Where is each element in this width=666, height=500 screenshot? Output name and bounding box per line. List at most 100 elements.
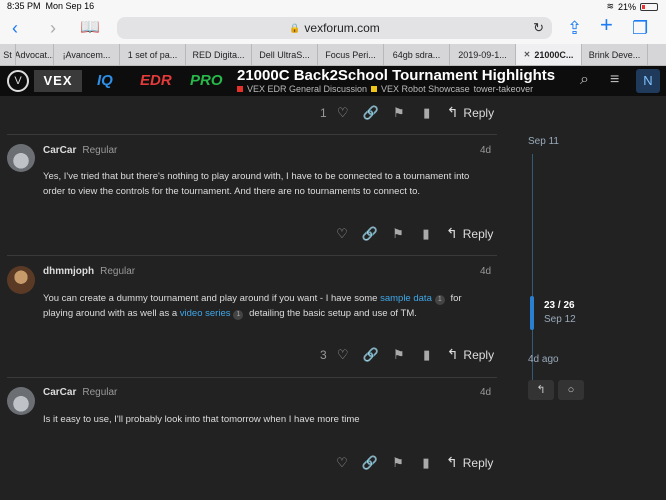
post-body: Yes, I've tried that but there's nothing… (43, 171, 470, 197)
close-tab-icon[interactable]: ✕ (524, 50, 531, 59)
post-divider (7, 377, 497, 378)
flag-icon[interactable]: ⚑ (385, 347, 413, 363)
browser-tab[interactable]: Brink Deve... (582, 44, 648, 65)
url-text: vexforum.com (304, 21, 380, 35)
status-bar: 8:35 PM Mon Sep 16 ≋ 21% (0, 0, 666, 12)
share-icon[interactable]: ⇪ (567, 18, 582, 38)
post-divider (7, 134, 497, 135)
post-author[interactable]: dhmmjoph Regular (43, 266, 135, 277)
timeline-end-label[interactable]: 4d ago (528, 354, 559, 365)
timeline-scroll-handle[interactable] (530, 296, 534, 330)
category-link-2[interactable]: VEX Robot Showcase (381, 84, 470, 94)
browser-tab[interactable]: Focus Peri... (318, 44, 384, 65)
reply-button[interactable]: ↰ Reply (446, 454, 493, 471)
bookmark-icon[interactable]: ▮ (413, 105, 441, 121)
video-series-link[interactable]: video series (180, 308, 231, 319)
brand-pro[interactable]: PRO (190, 72, 223, 89)
tab-label: Focus Peri... (325, 49, 376, 60)
topic-main: 1 ♡ 🔗 ⚑ ▮ ↰ Reply CarCar Regular 4d Yes, I… (0, 96, 666, 500)
tabs-overview-icon[interactable]: ❐ (632, 18, 648, 38)
tab-label: 21000C... (534, 49, 574, 60)
user-avatar[interactable]: N (636, 69, 660, 93)
post-author[interactable]: CarCar Regular (43, 145, 117, 156)
browser-tab[interactable]: 64gb sdra... (384, 44, 450, 65)
topic-title[interactable]: 21000C Back2School Tournament Highlights (237, 67, 555, 84)
timeline-start-date[interactable]: Sep 11 (528, 136, 559, 147)
tab-label: 2019-09-1... (458, 49, 507, 60)
post-actions: 3 ♡ 🔗 ⚑ ▮ ↰ Reply (320, 346, 494, 363)
browser-tab[interactable]: St (0, 44, 16, 65)
post-divider (7, 255, 497, 256)
reply-button[interactable]: ↰ Reply (447, 346, 494, 363)
menu-icon[interactable]: ≡ (610, 71, 619, 89)
back-icon[interactable]: ‹ (12, 18, 18, 38)
browser-tab[interactable]: 2019-09-1... (450, 44, 516, 65)
link-icon[interactable]: 🔗 (357, 105, 385, 121)
topic-categories: VEX EDR General Discussion VEX Robot Sho… (237, 84, 533, 94)
avatar[interactable] (7, 387, 35, 415)
new-tab-icon[interactable]: + (600, 14, 613, 36)
reply-arrow-icon: ↰ (446, 346, 459, 362)
browser-tab-active[interactable]: ✕ 21000C... (516, 44, 582, 65)
timeline-position-date: Sep 12 (544, 314, 576, 325)
timeline-reply-button[interactable]: ↰ (528, 380, 554, 400)
link-icon[interactable]: 🔗 (356, 226, 384, 242)
battery-percent: 21% (617, 1, 636, 12)
browser-tab[interactable]: ¡Avancem... (54, 44, 120, 65)
sample-data-link[interactable]: sample data (380, 293, 432, 304)
post-date[interactable]: 4d (480, 266, 491, 277)
post-actions: 1 ♡ 🔗 ⚑ ▮ ↰ Reply (320, 104, 494, 121)
timeline-position: 23 / 26 (544, 300, 575, 311)
avatar[interactable] (7, 266, 35, 294)
post-date[interactable]: 4d (480, 145, 491, 156)
reply-button[interactable]: ↰ Reply (446, 225, 493, 242)
brand-edr[interactable]: EDR (140, 72, 172, 89)
bookmark-icon[interactable]: ▮ (413, 347, 441, 363)
post-body: Is it easy to use, I'll probably look in… (43, 414, 360, 425)
category-color-1 (237, 86, 243, 92)
vex-logo[interactable]: VEX (34, 70, 82, 92)
browser-toolbar: ‹ › 📖 🔒 vexforum.com ↻ ⇪ + ❐ (0, 12, 666, 44)
flag-icon[interactable]: ⚑ (384, 455, 412, 471)
tag-link[interactable]: tower-takeover (474, 84, 534, 94)
like-count: 1 (320, 105, 327, 120)
topic-timeline: Sep 11 23 / 26 Sep 12 4d ago ↰ ○ (520, 96, 666, 500)
browser-tab[interactable]: RED Digita... (186, 44, 252, 65)
category-link-1[interactable]: VEX EDR General Discussion (247, 84, 367, 94)
bookmarks-icon[interactable]: 📖 (80, 18, 100, 38)
post-date[interactable]: 4d (480, 387, 491, 398)
tab-label: Advocat... (16, 49, 54, 60)
post-body: You can create a dummy tournament and pl… (43, 293, 462, 320)
vex-circle-logo[interactable]: V (7, 70, 29, 92)
search-icon[interactable]: ⌕ (580, 71, 589, 89)
post-actions: ♡ 🔗 ⚑ ▮ ↰ Reply (328, 225, 493, 242)
reload-icon[interactable]: ↻ (533, 20, 544, 36)
reply-arrow-icon: ↰ (446, 225, 458, 241)
brand-iq[interactable]: IQ (97, 72, 113, 89)
address-bar[interactable]: 🔒 vexforum.com ↻ (117, 17, 552, 39)
like-heart-icon[interactable]: ♡ (329, 105, 357, 121)
reply-button[interactable]: ↰ Reply (447, 104, 494, 121)
tab-label: 64gb sdra... (392, 49, 441, 60)
browser-tab[interactable]: 1 set of pa... (120, 44, 186, 65)
link-icon[interactable]: 🔗 (357, 347, 385, 363)
site-header: V VEX IQ EDR PRO 21000C Back2School Tour… (0, 66, 666, 96)
tab-label: Brink Deve... (588, 49, 641, 60)
like-heart-icon[interactable]: ♡ (329, 347, 357, 363)
bookmark-icon[interactable]: ▮ (412, 226, 440, 242)
reply-arrow-icon: ↰ (446, 454, 458, 470)
browser-tab[interactable]: Dell UltraS... (252, 44, 318, 65)
flag-icon[interactable]: ⚑ (384, 226, 412, 242)
like-heart-icon[interactable]: ♡ (328, 226, 356, 242)
browser-tab[interactable]: Advocat... (16, 44, 54, 65)
battery-icon (640, 2, 658, 11)
timeline-notification-button[interactable]: ○ (558, 380, 584, 400)
avatar[interactable] (7, 144, 35, 172)
link-icon[interactable]: 🔗 (356, 455, 384, 471)
forward-icon[interactable]: › (50, 18, 56, 38)
like-heart-icon[interactable]: ♡ (328, 455, 356, 471)
bookmark-icon[interactable]: ▮ (412, 455, 440, 471)
category-color-2 (371, 86, 378, 92)
flag-icon[interactable]: ⚑ (385, 105, 413, 121)
post-author[interactable]: CarCar Regular (43, 387, 117, 398)
